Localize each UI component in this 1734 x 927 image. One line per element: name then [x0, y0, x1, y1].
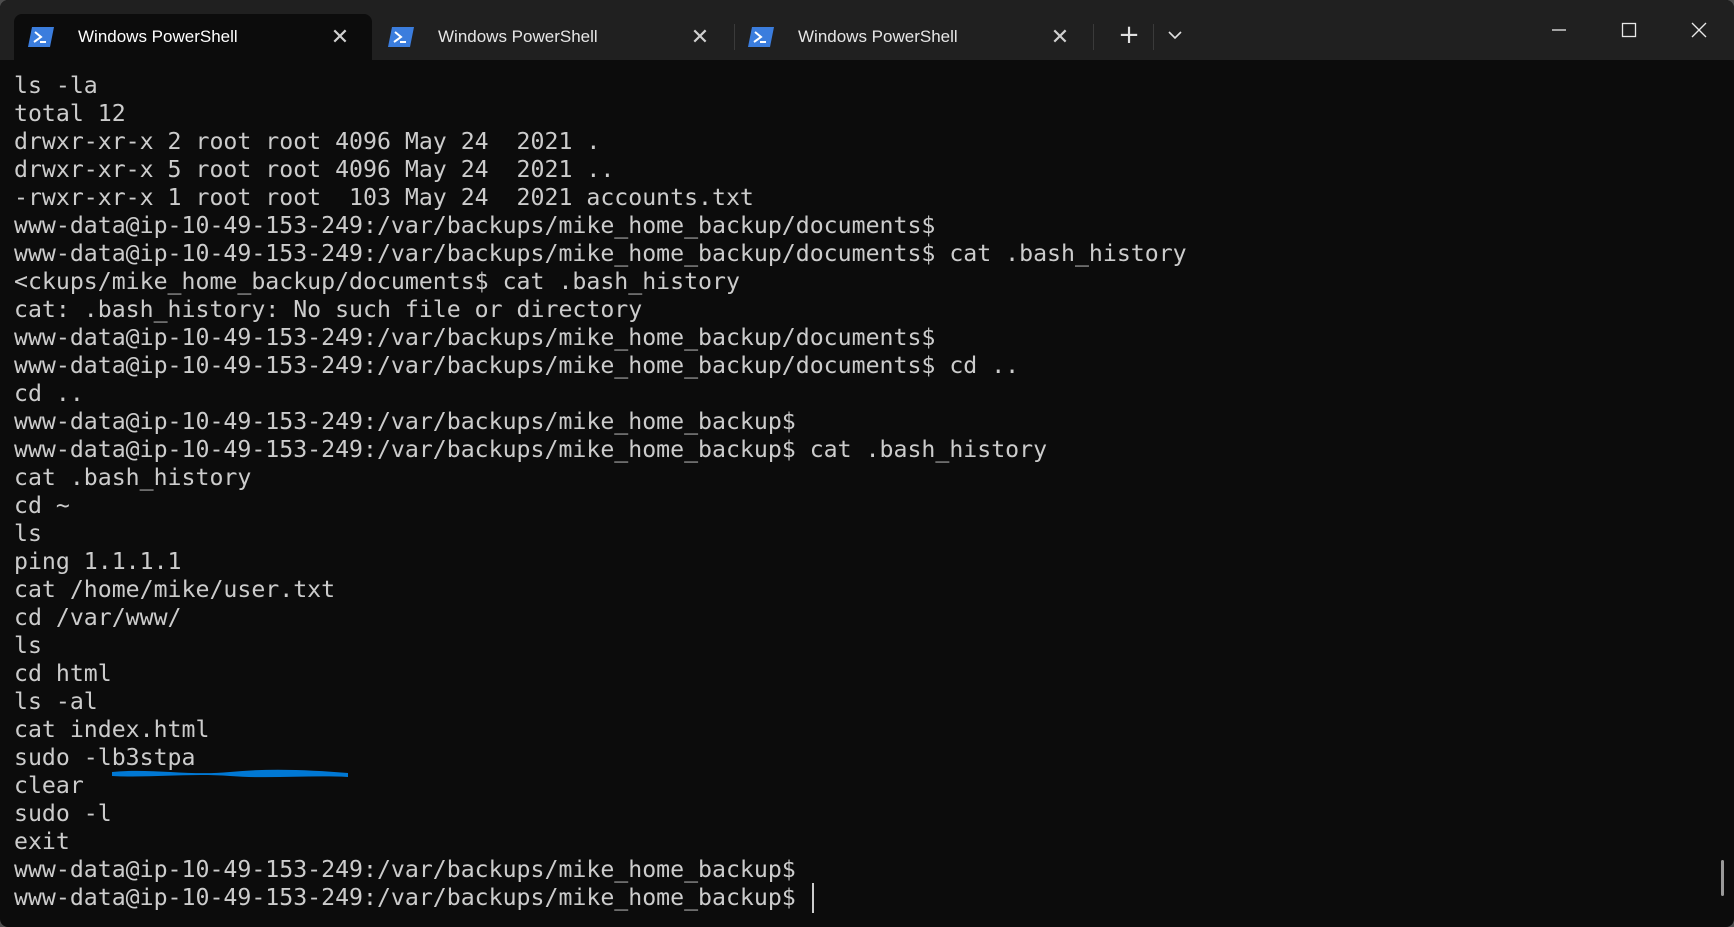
- terminal-line: ls -la: [14, 72, 98, 99]
- terminal-line: ls -al: [14, 688, 98, 715]
- maximize-icon: [1621, 22, 1637, 38]
- tab-divider: [1093, 24, 1094, 50]
- close-window-button[interactable]: [1664, 0, 1734, 60]
- terminal-line: www-data@ip-10-49-153-249:/var/backups/m…: [14, 408, 796, 435]
- terminal-output[interactable]: ls -la total 12 drwxr-xr-x 2 root root 4…: [14, 72, 1704, 922]
- terminal-line: www-data@ip-10-49-153-249:/var/backups/m…: [14, 856, 796, 883]
- tab-powershell-3[interactable]: Windows PowerShell ✕: [734, 14, 1092, 60]
- terminal-line: cd /var/www/: [14, 604, 182, 631]
- terminal-line: www-data@ip-10-49-153-249:/var/backups/m…: [14, 240, 1187, 267]
- redaction-scribble: [112, 769, 348, 778]
- terminal-line: cat .bash_history: [14, 464, 252, 491]
- terminal-line: drwxr-xr-x 2 root root 4096 May 24 2021 …: [14, 128, 601, 155]
- text-cursor: [812, 883, 814, 913]
- minimize-button[interactable]: [1524, 0, 1594, 60]
- close-tab-icon[interactable]: ✕: [686, 23, 714, 51]
- tab-powershell-2[interactable]: Windows PowerShell ✕: [374, 14, 732, 60]
- terminal-line: sudo -l: [14, 800, 112, 827]
- scrollbar-thumb[interactable]: [1721, 860, 1724, 896]
- terminal-line: ls: [14, 632, 42, 659]
- new-tab-button[interactable]: +: [1112, 18, 1146, 52]
- terminal-line: www-data@ip-10-49-153-249:/var/backups/m…: [14, 212, 936, 239]
- close-icon: [1691, 22, 1707, 38]
- powershell-icon: [388, 27, 414, 47]
- maximize-button[interactable]: [1594, 0, 1664, 60]
- terminal-window: Windows PowerShell ✕ Windows PowerShell …: [0, 0, 1734, 927]
- title-bar[interactable]: Windows PowerShell ✕ Windows PowerShell …: [0, 0, 1734, 60]
- tab-divider: [1153, 24, 1154, 50]
- chevron-down-icon: [1168, 31, 1182, 40]
- terminal-line: www-data@ip-10-49-153-249:/var/backups/m…: [14, 436, 1048, 463]
- terminal-line: drwxr-xr-x 5 root root 4096 May 24 2021 …: [14, 156, 615, 183]
- tab-dropdown-button[interactable]: [1158, 18, 1192, 52]
- terminal-line: ping 1.1.1.1: [14, 548, 182, 575]
- terminal-line: www-data@ip-10-49-153-249:/var/backups/m…: [14, 352, 1020, 379]
- tab-powershell-1[interactable]: Windows PowerShell ✕: [14, 14, 372, 60]
- terminal-line: cd html: [14, 660, 112, 687]
- terminal-line: cat: .bash_history: No such file or dire…: [14, 296, 643, 323]
- terminal-line: ls: [14, 520, 42, 547]
- tab-title: Windows PowerShell: [78, 27, 238, 46]
- terminal-line: cat /home/mike/user.txt: [14, 576, 336, 603]
- terminal-line: www-data@ip-10-49-153-249:/var/backups/m…: [14, 884, 810, 911]
- powershell-icon: [28, 27, 54, 47]
- minimize-icon: [1552, 29, 1566, 31]
- close-tab-icon[interactable]: ✕: [326, 23, 354, 51]
- terminal-line: cat index.html: [14, 716, 210, 743]
- tab-title: Windows PowerShell: [438, 27, 598, 46]
- terminal-line: total 12: [14, 100, 126, 127]
- terminal-line: -rwxr-xr-x 1 root root 103 May 24 2021 a…: [14, 184, 754, 211]
- powershell-icon: [748, 27, 774, 47]
- tab-title: Windows PowerShell: [798, 27, 958, 46]
- terminal-line: <ckups/mike_home_backup/documents$ cat .…: [14, 268, 740, 295]
- terminal-line: www-data@ip-10-49-153-249:/var/backups/m…: [14, 324, 936, 351]
- close-tab-icon[interactable]: ✕: [1046, 23, 1074, 51]
- terminal-line: exit: [14, 828, 70, 855]
- terminal-line: cd ..: [14, 380, 84, 407]
- terminal-line: cd ~: [14, 492, 70, 519]
